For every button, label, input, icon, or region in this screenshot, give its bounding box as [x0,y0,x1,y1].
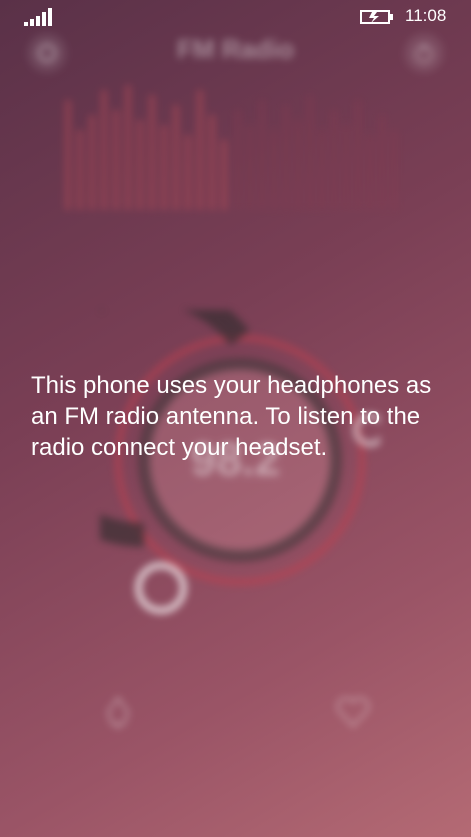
alarm-icon[interactable] [98,692,138,732]
audio-visualizer [65,85,397,210]
power-button[interactable] [404,33,444,73]
tuning-knob[interactable] [135,562,187,614]
app-title: FM Radio [177,34,294,64]
headset-required-message: This phone uses your headphones as an FM… [31,372,432,461]
power-icon [415,44,433,63]
heart-icon[interactable] [333,692,373,732]
